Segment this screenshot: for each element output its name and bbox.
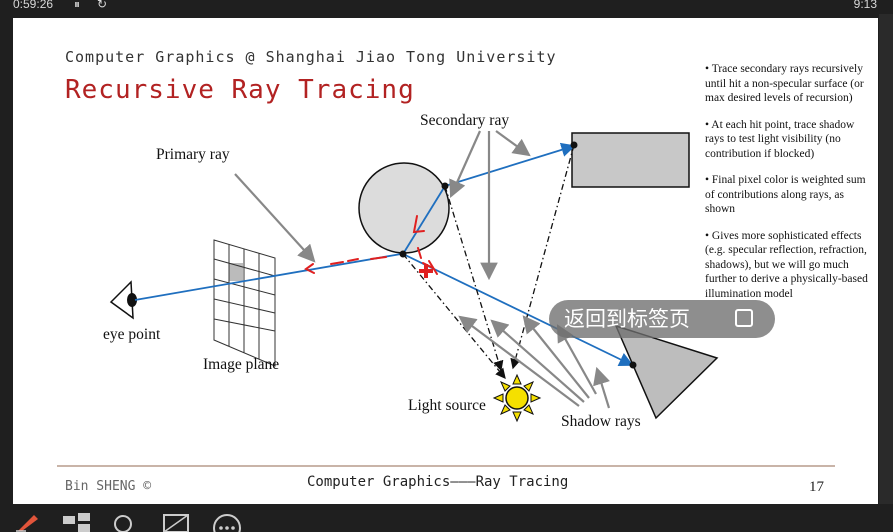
page-number: 17 xyxy=(809,479,824,495)
footer-divider xyxy=(57,465,835,467)
side-scroll-strip xyxy=(879,14,893,504)
shadow-rays-label: Shadow rays xyxy=(561,413,641,430)
eye-icon xyxy=(109,280,137,320)
bullet-item: • Trace secondary rays recursively until… xyxy=(705,63,864,104)
elapsed-time: 0:59:26 xyxy=(13,0,54,11)
image-plane-label: Image plane xyxy=(203,356,280,373)
light-source-label: Light source xyxy=(408,397,486,414)
slides-grid-icon[interactable] xyxy=(62,512,92,532)
clock: 9:13 xyxy=(853,0,877,11)
sphere xyxy=(358,162,450,254)
slide: Computer Graphics @ Shanghai Jiao Tong U… xyxy=(13,18,878,504)
box-object xyxy=(571,132,690,188)
footer-title: Computer Graphics———Ray Tracing xyxy=(307,474,569,490)
reset-icon[interactable]: ↻ xyxy=(97,0,107,11)
presenter-topbar: 0:59:26 ⏸ ↻ 9:13 xyxy=(0,0,893,14)
light-source-icon xyxy=(492,373,542,423)
screen-icon[interactable] xyxy=(162,512,190,532)
pause-icon[interactable]: ⏸ xyxy=(74,0,80,12)
return-to-tab-button[interactable]: 返回到标签页 xyxy=(549,300,775,338)
footer-author: Bin SHENG © xyxy=(65,479,152,494)
bullet-list: • Trace secondary rays recursively until… xyxy=(705,62,875,313)
bullet-item: • Gives more sophisticated effects (e.g.… xyxy=(705,229,868,300)
return-to-tab-label: 返回到标签页 xyxy=(564,307,690,331)
more-icon[interactable] xyxy=(212,512,242,532)
image-plane-grid xyxy=(213,239,276,367)
primary-ray-label: Primary ray xyxy=(156,146,230,163)
pen-icon[interactable] xyxy=(14,512,42,532)
eye-point-label: eye point xyxy=(103,326,161,343)
external-link-icon xyxy=(735,309,753,327)
triangle-object xyxy=(614,324,719,420)
presenter-toolbar xyxy=(0,504,893,532)
bullet-item: • At each hit point, trace shadow rays t… xyxy=(705,118,855,160)
bullet-item: • Final pixel color is weighted sum of c… xyxy=(705,174,866,215)
zoom-icon[interactable] xyxy=(112,512,136,532)
secondary-ray-label: Secondary ray xyxy=(420,112,510,129)
